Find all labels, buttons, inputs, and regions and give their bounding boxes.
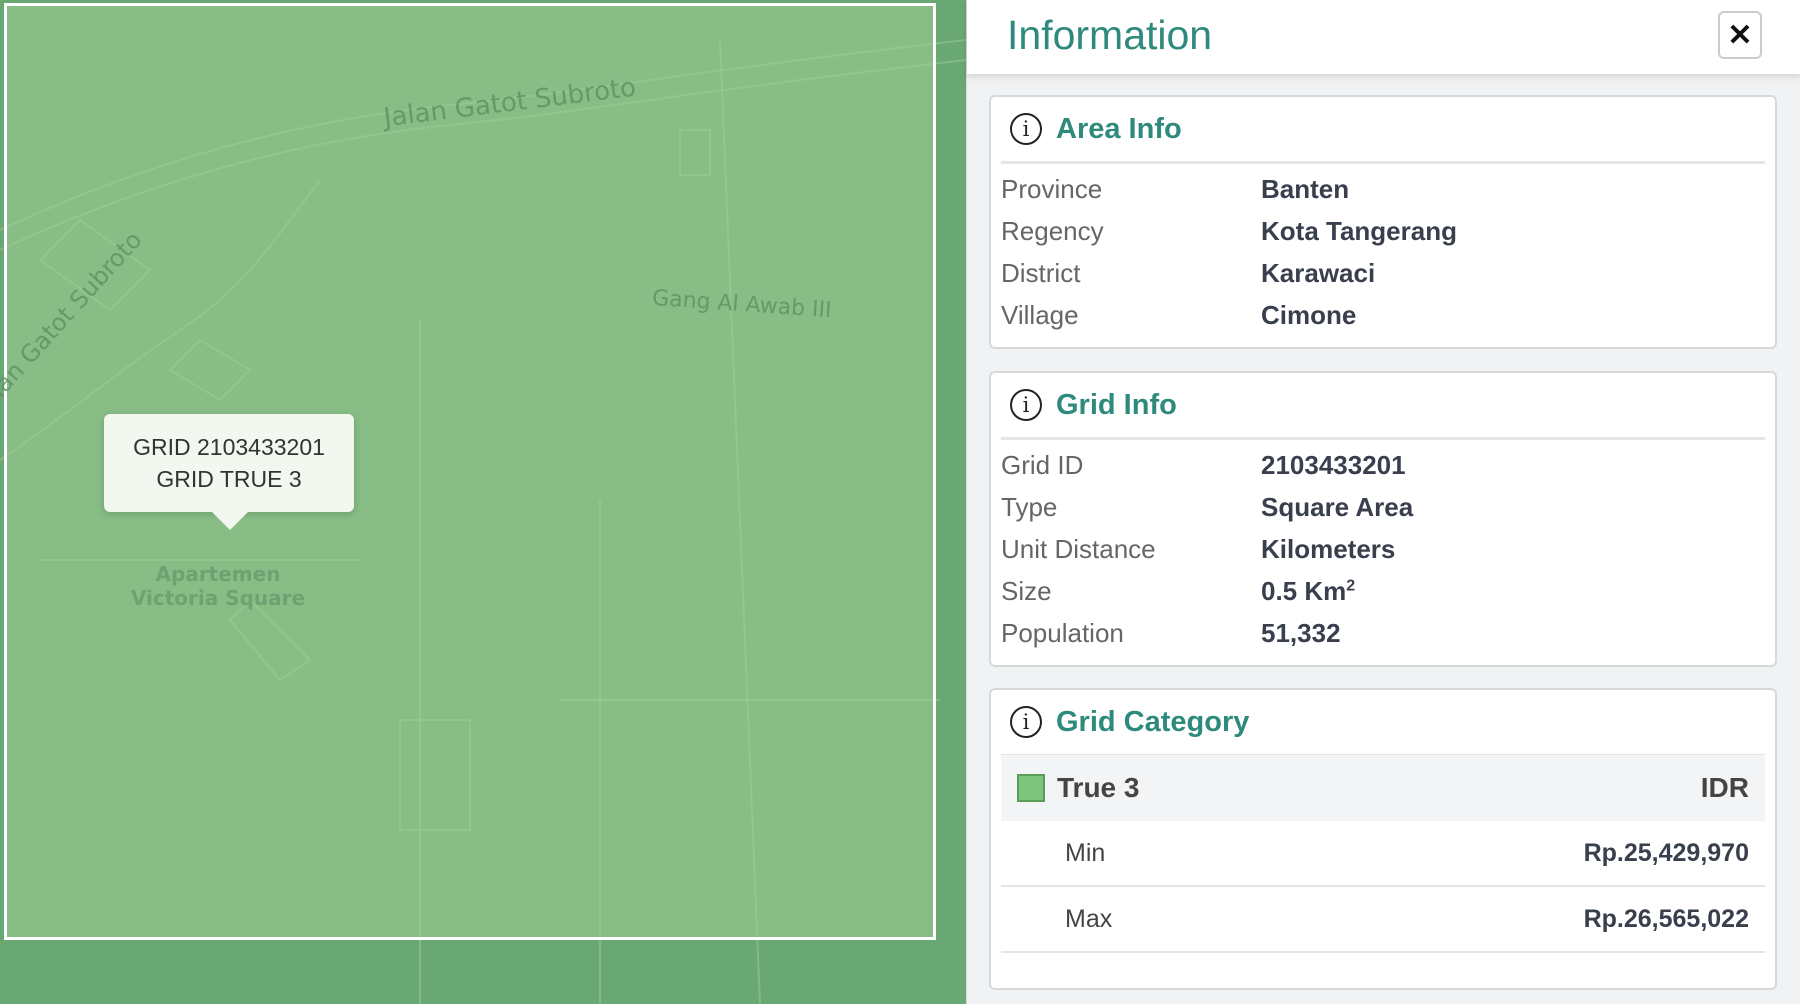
category-name: True 3 <box>1057 772 1140 803</box>
row-label: Regency <box>1001 215 1104 246</box>
info-row: Size 0.5 Km2 <box>1001 570 1775 612</box>
card-header: i Grid Info <box>1001 373 1765 440</box>
area-info-card: i Area Info Province Banten Regency Kota… <box>989 95 1777 349</box>
tooltip-grid-class: GRID TRUE 3 <box>156 466 302 492</box>
info-icon: i <box>1010 706 1042 738</box>
row-value: Square Area <box>1261 491 1414 522</box>
info-row: Grid ID 2103433201 <box>1001 444 1775 486</box>
information-panel: Information ✕ i Area Info Province Bante… <box>966 0 1800 1004</box>
price-value: Rp.25,429,970 <box>1583 838 1749 867</box>
row-label: Population <box>1001 617 1124 648</box>
category-color-swatch <box>1017 774 1045 802</box>
map-view[interactable]: Jalan Gatot Subroto Gang Al Awab III Jal… <box>0 0 966 1004</box>
info-row: Village Cimone <box>1001 294 1775 336</box>
close-icon: ✕ <box>1727 18 1753 52</box>
row-value: Karawaci <box>1261 257 1376 288</box>
card-header: i Area Info <box>1001 97 1765 164</box>
info-icon: i <box>1010 113 1042 145</box>
card-title: Grid Info <box>1056 388 1177 421</box>
grid-info-card: i Grid Info Grid ID 2103433201 Type Squa… <box>989 371 1777 667</box>
tooltip-grid-id: GRID 2103433201 <box>133 434 325 460</box>
info-row: District Karawaci <box>1001 252 1775 294</box>
info-row: Regency Kota Tangerang <box>1001 210 1775 252</box>
price-row-min: Min Rp.25,429,970 <box>1001 821 1765 887</box>
close-button[interactable]: ✕ <box>1718 11 1762 59</box>
row-value: Kilometers <box>1261 533 1396 564</box>
card-header: i Grid Category <box>1001 690 1765 754</box>
price-label: Min <box>1065 838 1106 867</box>
row-label: Type <box>1001 491 1058 522</box>
row-value: 2103433201 <box>1261 449 1406 480</box>
grid-category-card: i Grid Category True 3 IDR Min Rp.25,429… <box>989 688 1777 990</box>
poi-label: Apartemen Victoria Square <box>130 562 306 610</box>
card-title: Grid Category <box>1056 705 1250 738</box>
row-value: Kota Tangerang <box>1261 215 1457 246</box>
price-value: Rp.26,565,022 <box>1583 904 1749 933</box>
category-currency: IDR <box>1700 772 1749 803</box>
card-title: Area Info <box>1056 112 1182 145</box>
size-value: 0.5 Km <box>1261 575 1347 606</box>
row-label: Size <box>1001 575 1052 606</box>
row-value: 0.5 Km2 <box>1261 576 1355 607</box>
row-value: Banten <box>1261 173 1350 204</box>
grid-tooltip: GRID 2103433201 GRID TRUE 3 <box>104 414 354 530</box>
row-label: Province <box>1001 173 1103 204</box>
info-row: Population 51,332 <box>1001 612 1775 654</box>
row-label: Grid ID <box>1001 449 1084 480</box>
row-label: Unit Distance <box>1001 533 1156 564</box>
info-icon: i <box>1010 389 1042 421</box>
panel-title: Information <box>1007 12 1213 58</box>
price-row-max: Max Rp.26,565,022 <box>1001 887 1765 953</box>
category-header-row: True 3 IDR <box>1001 754 1765 821</box>
panel-header: Information ✕ <box>967 0 1800 74</box>
row-label: District <box>1001 257 1081 288</box>
price-label: Max <box>1065 904 1113 933</box>
tooltip-arrow <box>212 512 248 530</box>
row-label: Village <box>1001 299 1079 330</box>
size-unit-exponent: 2 <box>1346 576 1356 594</box>
info-row: Unit Distance Kilometers <box>1001 528 1775 570</box>
info-row: Province Banten <box>1001 168 1775 210</box>
info-row: Type Square Area <box>1001 486 1775 528</box>
row-value: 51,332 <box>1261 617 1341 648</box>
row-value: Cimone <box>1261 299 1357 330</box>
